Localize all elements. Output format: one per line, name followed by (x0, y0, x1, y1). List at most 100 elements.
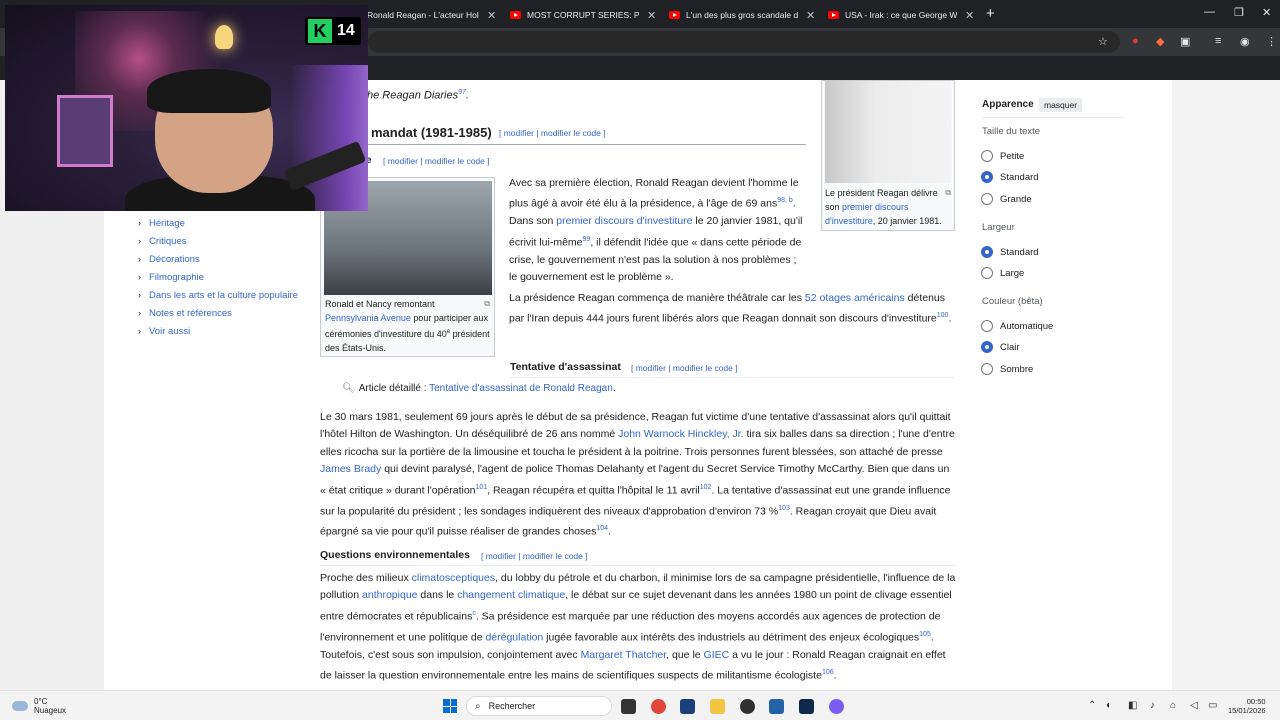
edit-links[interactable]: [ modifier | modifier le code ] (631, 363, 738, 373)
chevron-right-icon[interactable]: › (138, 236, 149, 246)
extension-red-icon[interactable]: ● (1132, 35, 1139, 47)
chevron-right-icon[interactable]: › (138, 218, 149, 228)
radio-text-size-standard[interactable]: Standard (981, 171, 1039, 183)
tab-most-corrupt[interactable]: MOST CORRUPT SERIES: Presid ✕ (510, 4, 656, 26)
chrome-icon[interactable] (651, 699, 666, 714)
volume-icon[interactable]: ◁ (1190, 700, 1198, 711)
width-label: Largeur (982, 222, 1015, 233)
chevron-right-icon[interactable]: › (138, 290, 149, 300)
task-view-icon[interactable] (621, 699, 636, 714)
edit-links[interactable]: [ modifier | modifier le code ] (383, 156, 490, 166)
radio-color-sombre[interactable]: Sombre (981, 363, 1033, 375)
tab-reagan-actor[interactable]: Ronald Reagan - L'acteur Holly ✕ (367, 4, 496, 26)
close-tab-icon[interactable]: ✕ (806, 9, 815, 22)
new-tab-button[interactable]: + (986, 5, 995, 22)
toc-item-arts-culture[interactable]: › Dans les arts et la culture populaire (138, 290, 298, 301)
file-explorer-icon[interactable] (710, 699, 725, 714)
browser-menu-icon[interactable]: ⋮ (1266, 35, 1277, 48)
hatnote: 🔍︎ Article détaillé : Tentative d'assassi… (342, 383, 616, 394)
hatnote-link[interactable]: Tentative d'assassinat de Ronald Reagan (429, 383, 613, 394)
toc-item-heritage[interactable]: › Héritage (138, 218, 298, 229)
radio-color-automatique[interactable]: Automatique (981, 320, 1053, 332)
app-x-icon[interactable] (769, 699, 784, 714)
taskbar-search[interactable]: ⌕ Rechercher (466, 696, 612, 716)
toc-item-critiques[interactable]: › Critiques (138, 236, 298, 247)
edit-links[interactable]: [ modifier | modifier le code ] (499, 128, 606, 138)
radio-circle-selected[interactable] (981, 171, 993, 183)
tray-app-icon[interactable]: ◧ (1128, 700, 1137, 711)
network-icon[interactable]: ⌂ (1170, 700, 1176, 711)
search-icon: ⌕ (475, 700, 481, 712)
windows-start-icon[interactable] (443, 699, 457, 713)
edit-links[interactable]: [ modifier | modifier le code ] (481, 551, 588, 561)
pretext-fragment: he Reagan Diaries97. (367, 89, 469, 102)
tab-scandale[interactable]: L'un des plus gros scandale de ✕ (669, 4, 815, 26)
system-clock[interactable]: 00:50 15/01/2026 (1228, 697, 1266, 715)
paragraph-hostages: La présidence Reagan commença de manière… (509, 292, 952, 325)
weather-widget[interactable]: 0°C Nuageux (12, 697, 66, 715)
toc-item-notes[interactable]: › Notes et références (138, 308, 298, 319)
picture-frame (57, 95, 113, 167)
hide-appearance-button[interactable]: masquer (1039, 98, 1083, 112)
toc-item-decorations[interactable]: › Décorations (138, 254, 298, 265)
badge-number: 14 (337, 22, 355, 39)
maximize-button[interactable]: ❐ (1234, 6, 1244, 19)
extension-fox-icon[interactable]: ◆ (1156, 35, 1164, 48)
toc-item-voir-aussi[interactable]: › Voir aussi (138, 326, 298, 337)
streamer-cap (147, 69, 271, 113)
address-bar[interactable] (368, 31, 1120, 53)
panel-divider (982, 117, 1124, 118)
radio-circle-selected[interactable] (981, 246, 993, 258)
battery-icon[interactable]: ▭ (1208, 700, 1217, 711)
chevron-right-icon[interactable]: › (138, 254, 149, 264)
photoshop-icon[interactable] (799, 699, 814, 714)
tray-chevron-icon[interactable]: ⌃ (1088, 700, 1096, 711)
radio-circle[interactable] (981, 267, 993, 279)
close-tab-icon[interactable]: ✕ (487, 9, 496, 22)
minimize-button[interactable]: — (1204, 6, 1215, 18)
radio-circle[interactable] (981, 150, 993, 162)
tab-usa-irak[interactable]: USA - Irak : ce que George W B ✕ (828, 4, 974, 26)
close-window-button[interactable]: ✕ (1262, 6, 1271, 19)
steam-icon[interactable]: ◐ (1106, 700, 1112, 711)
discord-icon[interactable] (829, 699, 844, 714)
reference-link[interactable]: 97 (458, 89, 466, 96)
radio-circle[interactable] (981, 363, 993, 375)
bookmark-star-icon[interactable]: ☆ (1098, 35, 1108, 48)
youtube-icon (510, 11, 521, 19)
table-of-contents: › Héritage › Critiques › Décorations › Filmo… (138, 218, 298, 344)
radio-circle[interactable] (981, 193, 993, 205)
close-tab-icon[interactable]: ✕ (647, 9, 656, 22)
tab-title: USA - Irak : ce que George W B (845, 10, 957, 20)
magnifier-icon: 🔍︎ (342, 383, 355, 394)
radio-width-standard[interactable]: Standard (981, 246, 1039, 258)
tab-title: MOST CORRUPT SERIES: Presid (527, 10, 639, 20)
subsection-heading-assassinat: Tentative d'assassinat (510, 361, 621, 373)
extensions-puzzle-icon[interactable]: ▣ (1180, 35, 1190, 48)
channel-badge: K 14 (305, 17, 361, 45)
tab-title: L'un des plus gros scandale de (686, 10, 798, 20)
chevron-right-icon[interactable]: › (138, 272, 149, 282)
radio-circle[interactable] (981, 320, 993, 332)
figure-caption: Le président Reagan délivre son premier … (825, 186, 951, 226)
close-tab-icon[interactable]: ✕ (965, 9, 974, 22)
radio-text-size-petite[interactable]: Petite (981, 150, 1024, 162)
radio-color-clair[interactable]: Clair (981, 341, 1020, 353)
heading-rule (366, 144, 806, 145)
vpn-icon[interactable] (680, 699, 695, 714)
photo-reagan-podium[interactable] (825, 81, 951, 183)
chevron-right-icon[interactable]: › (138, 308, 149, 318)
radio-text-size-grande[interactable]: Grande (981, 193, 1032, 205)
enlarge-icon[interactable]: ⧉ (484, 297, 490, 311)
caption-link[interactable]: Pennsylvania Avenue (325, 313, 411, 323)
radio-circle-selected[interactable] (981, 341, 993, 353)
right-gutter (1172, 80, 1280, 690)
profile-avatar-icon[interactable]: ◉ (1240, 35, 1250, 48)
microphone-icon[interactable]: ♪ (1150, 700, 1155, 711)
toc-item-filmographie[interactable]: › Filmographie (138, 272, 298, 283)
media-control-icon[interactable]: ≡ (1215, 35, 1221, 47)
enlarge-icon[interactable]: ⧉ (945, 186, 951, 200)
chevron-right-icon[interactable]: › (138, 326, 149, 336)
obs-icon[interactable] (740, 699, 755, 714)
radio-width-large[interactable]: Large (981, 267, 1024, 279)
